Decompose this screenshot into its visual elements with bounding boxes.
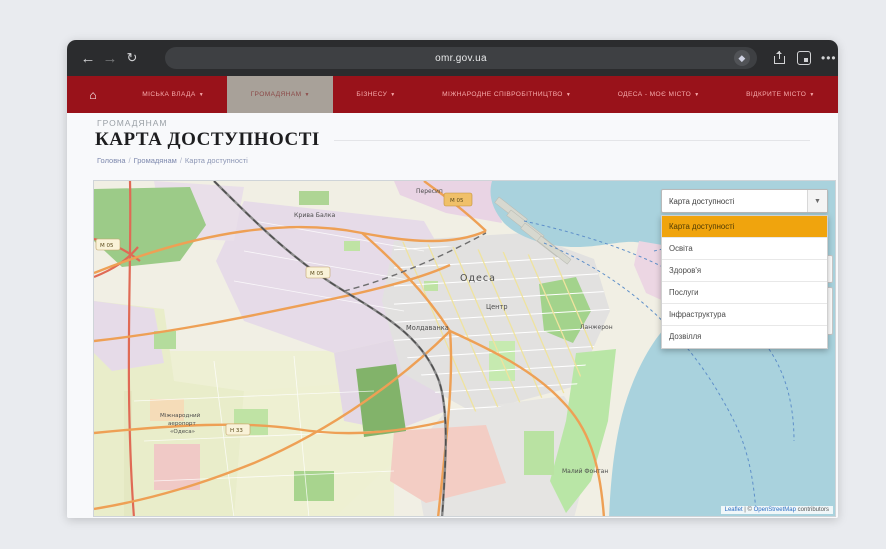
svg-text:М 05: М 05 xyxy=(310,271,324,277)
chevron-down-icon: ▼ xyxy=(566,92,571,98)
select-value: Карта доступності xyxy=(662,197,807,206)
browser-toolbar: ← → ↻ omr.gov.ua ◆ ••• xyxy=(67,40,838,76)
nav-item-hromadianam[interactable]: ГРОМАДЯНАМ▼ xyxy=(227,76,333,113)
chevron-down-icon: ▼ xyxy=(199,92,204,98)
svg-text:Центр: Центр xyxy=(486,303,508,311)
svg-text:М 05: М 05 xyxy=(100,243,114,249)
svg-text:Крива Балка: Крива Балка xyxy=(294,212,335,219)
option-zdorovia[interactable]: Здоров'я xyxy=(662,260,827,282)
home-icon[interactable]: ⌂ xyxy=(67,76,119,113)
nav-item-mizhnarodne[interactable]: МІЖНАРОДНЕ СПІВРОБІТНИЦТВО▼ xyxy=(419,76,595,113)
breadcrumb-home[interactable]: Головна xyxy=(97,156,126,165)
breadcrumb-hromadianam[interactable]: Громадянам xyxy=(134,156,177,165)
back-icon[interactable]: ← xyxy=(77,50,99,67)
chevron-down-icon: ▼ xyxy=(809,92,814,98)
option-dozvillia[interactable]: Дозвілля xyxy=(662,326,827,348)
svg-text:аеропорт: аеропорт xyxy=(168,421,196,427)
page-content: ГРОМАДЯНАМ КАРТА ДОСТУПНОСТІ Головна/Гро… xyxy=(67,113,838,518)
svg-text:Ланжерон: Ланжерон xyxy=(580,324,613,331)
map-category-options: Карта доступності Освіта Здоров'я Послуг… xyxy=(661,215,828,349)
osm-link[interactable]: OpenStreetMap xyxy=(754,507,796,513)
section-eyebrow: ГРОМАДЯНАМ xyxy=(97,118,168,128)
svg-text:«Одеса»: «Одеса» xyxy=(170,429,195,435)
title-rule xyxy=(334,140,810,141)
forward-icon[interactable]: → xyxy=(99,50,121,67)
chevron-down-icon: ▼ xyxy=(305,92,310,98)
option-posluhy[interactable]: Послуги xyxy=(662,282,827,304)
svg-text:Одеса: Одеса xyxy=(460,273,496,284)
breadcrumb-current: Карта доступності xyxy=(185,156,248,165)
browser-window: ← → ↻ omr.gov.ua ◆ ••• ⌂ МІСЬКА ВЛАДА▼ Г… xyxy=(67,40,838,518)
nav-item-vidkryte-misto[interactable]: ВІДКРИТЕ МІСТО▼ xyxy=(723,76,838,113)
svg-text:Міжнародний: Міжнародний xyxy=(160,412,201,419)
chevron-down-icon: ▼ xyxy=(694,92,699,98)
option-osvita[interactable]: Освіта xyxy=(662,238,827,260)
nav-item-odesa-moe-misto[interactable]: ОДЕСА - МОЄ МІСТО▼ xyxy=(594,76,722,113)
leaflet-map[interactable]: М 05 М 05 Н 33 М 05 Крива Балка Пересип … xyxy=(93,180,836,517)
address-bar[interactable]: omr.gov.ua ◆ xyxy=(165,47,757,69)
nav-item-biznesu[interactable]: БІЗНЕСУ▼ xyxy=(333,76,419,113)
page-title: КАРТА ДОСТУПНОСТІ xyxy=(95,129,320,151)
map-attribution: Leaflet | © OpenStreetMap contributors xyxy=(721,506,833,514)
map-category-select[interactable]: Карта доступності ▼ xyxy=(661,189,828,213)
tabs-icon[interactable] xyxy=(797,51,811,65)
svg-text:М 05: М 05 xyxy=(450,198,464,204)
breadcrumb: Головна/Громадянам/Карта доступності xyxy=(97,156,248,165)
toolbar-actions: ••• xyxy=(773,51,838,65)
menu-icon[interactable]: ••• xyxy=(821,51,837,65)
leaflet-link[interactable]: Leaflet xyxy=(725,507,743,513)
svg-text:Пересип: Пересип xyxy=(416,188,443,195)
site-navbar: ⌂ МІСЬКА ВЛАДА▼ ГРОМАДЯНАМ▼ БІЗНЕСУ▼ МІЖ… xyxy=(67,76,838,113)
url-text: omr.gov.ua xyxy=(435,53,487,64)
option-infrastruktura[interactable]: Інфраструктура xyxy=(662,304,827,326)
reload-icon[interactable]: ↻ xyxy=(121,50,143,66)
extension-icon[interactable]: ◆ xyxy=(734,50,750,66)
svg-text:Н 33: Н 33 xyxy=(230,428,243,434)
nav-item-miska-vlada[interactable]: МІСЬКА ВЛАДА▼ xyxy=(119,76,227,113)
svg-text:Малий Фонтан: Малий Фонтан xyxy=(562,468,608,475)
option-karta-dostupnosti[interactable]: Карта доступності xyxy=(662,216,827,238)
svg-text:Молдаванка: Молдаванка xyxy=(406,324,449,332)
share-icon[interactable] xyxy=(773,51,787,65)
chevron-down-icon: ▼ xyxy=(807,190,827,212)
chevron-down-icon: ▼ xyxy=(390,92,395,98)
